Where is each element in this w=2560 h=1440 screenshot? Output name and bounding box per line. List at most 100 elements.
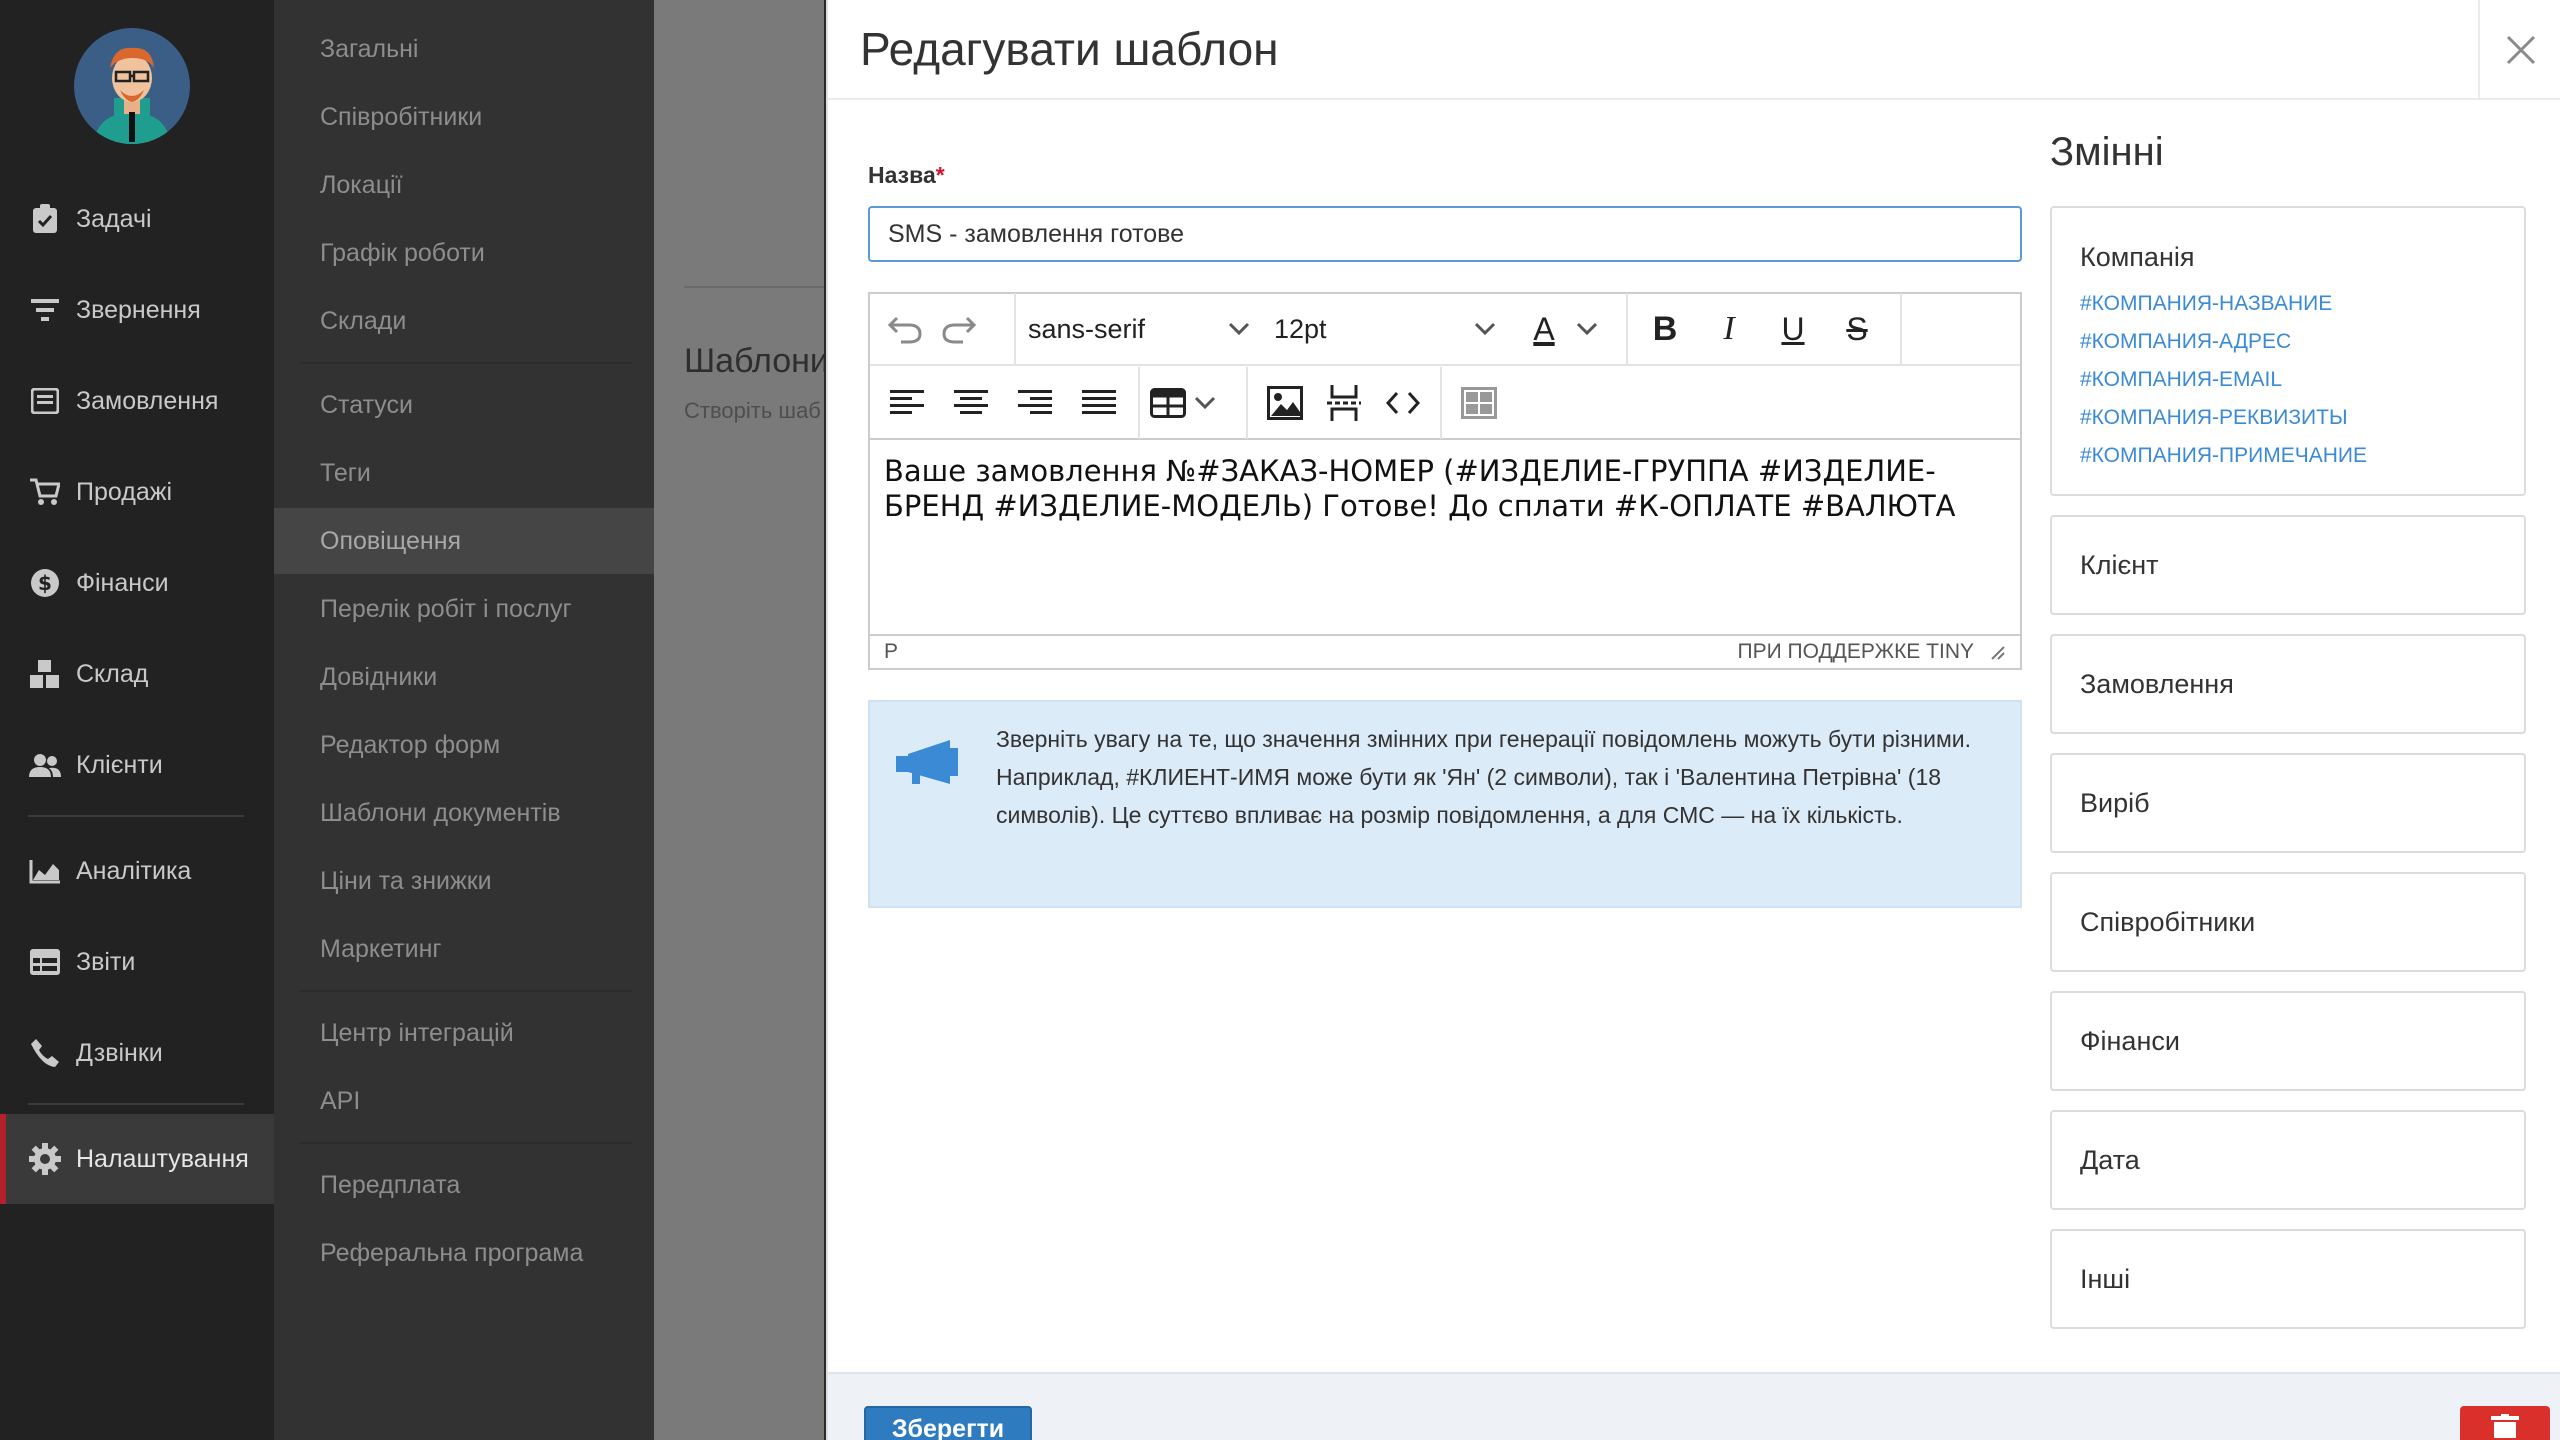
users-icon [28,748,62,782]
variables-group-order[interactable]: Замовлення [2050,634,2526,734]
nav-item-label: Звернення [76,295,201,324]
nav-item-sales[interactable]: Продажі [0,447,274,537]
submenu-item-label: Теги [320,458,371,487]
text-color-button[interactable]: A [1522,311,1566,348]
submenu-item-label: Реферальна програма [320,1238,584,1267]
align-left-button[interactable] [880,376,934,430]
font-size-value: 12pt [1274,313,1327,344]
strikethrough-icon: S [1846,310,1868,347]
submenu-item-tags[interactable]: Теги [274,440,654,506]
page-break-button[interactable] [1317,376,1370,430]
submenu-item-general[interactable]: Загальні [274,16,654,82]
nav-item-reports[interactable]: Звіти [0,917,274,1007]
submenu-item-form-editor[interactable]: Редактор форм [274,712,654,778]
required-mark: * [935,162,945,188]
undo-button[interactable] [878,302,932,356]
submenu-item-referral[interactable]: Реферальна програма [274,1220,654,1286]
font-family-select[interactable]: sans-serif [1016,293,1262,365]
nav-separator [28,815,244,817]
variables-group-title: Дата [2080,1144,2140,1175]
bold-button[interactable]: B [1638,302,1692,356]
submenu-item-label: API [320,1086,361,1115]
variables-group-title[interactable]: Компанія [2052,208,2524,273]
avatar[interactable] [74,28,190,144]
variable-link[interactable]: #КОМПАНИЯ-EMAIL [2080,361,2524,399]
italic-button[interactable]: I [1702,302,1756,356]
submenu-item-statuses[interactable]: Статуси [274,372,654,438]
nav-item-warehouse[interactable]: Склад [0,629,274,719]
close-button[interactable] [2478,0,2560,100]
insert-template-button[interactable] [1452,376,1506,430]
info-alert: Зверніть увагу на те, що значення змінни… [868,700,2022,908]
editor-content[interactable]: Ваше замовлення №#ЗАКАЗ-НОМЕР (#ИЗДЕЛИЕ-… [884,454,2004,524]
save-button[interactable]: Зберегти [864,1406,1032,1440]
variables-group-product[interactable]: Виріб [2050,753,2526,853]
submenu-item-notifications[interactable]: Оповіщення [274,508,654,574]
variables-group-other[interactable]: Інші [2050,1229,2526,1329]
text-color-group[interactable]: A [1508,293,1628,365]
nav-item-label: Фінанси [76,568,169,597]
source-code-button[interactable] [1377,376,1430,430]
editor-statusbar: P ПРИ ПОДДЕРЖКЕ TINY [870,634,2020,668]
nav-item-analytics[interactable]: Аналітика [0,826,274,916]
submenu-item-directories[interactable]: Довідники [274,644,654,710]
submenu-item-document-templates[interactable]: Шаблони документів [274,780,654,846]
phone-icon [28,1036,62,1070]
variables-group-date[interactable]: Дата [2050,1110,2526,1210]
variables-group-title: Клієнт [2080,549,2159,580]
element-path[interactable]: P [884,640,898,664]
submenu-item-label: Довідники [320,662,438,691]
submenu-item-label: Оповіщення [320,526,462,555]
bold-icon: B [1652,309,1678,348]
variables-group-finance[interactable]: Фінанси [2050,991,2526,1091]
variables-group-client[interactable]: Клієнт [2050,515,2526,615]
close-icon [2506,35,2536,65]
modal-footer: Зберегти [828,1372,2560,1440]
submenu-item-services-list[interactable]: Перелік робіт і послуг [274,576,654,642]
align-center-button[interactable] [944,376,998,430]
nav-item-tasks[interactable]: Задачі [0,174,274,264]
nav-item-finance[interactable]: $ Фінанси [0,538,274,628]
submenu-item-subscription[interactable]: Передплата [274,1152,654,1218]
submenu-item-label: Склади [320,306,407,335]
powered-by-text[interactable]: ПРИ ПОДДЕРЖКЕ TINY [1737,640,1974,664]
variables-group-employees[interactable]: Співробітники [2050,872,2526,972]
strikethrough-button[interactable]: S [1830,302,1884,356]
table-dropdown-button[interactable] [1140,367,1248,439]
submenu-item-warehouses[interactable]: Склади [274,288,654,354]
submenu-item-label: Центр інтеграцій [320,1018,514,1047]
nav-item-settings[interactable]: Налаштування [0,1114,274,1204]
submenu-item-schedule[interactable]: Графік роботи [274,220,654,286]
insert-image-button[interactable] [1258,376,1311,430]
variable-link[interactable]: #КОМПАНИЯ-ПРИМЕЧАНИЕ [2080,437,2524,475]
nav-item-requests[interactable]: Звернення [0,265,274,355]
nav-item-calls[interactable]: Дзвінки [0,1008,274,1098]
align-right-button[interactable] [1008,376,1062,430]
nav-item-clients[interactable]: Клієнти [0,720,274,810]
redo-button[interactable] [932,302,986,356]
variable-link[interactable]: #КОМПАНИЯ-РЕКВИЗИТЫ [2080,399,2524,437]
align-justify-button[interactable] [1072,376,1126,430]
submenu-item-integrations[interactable]: Центр інтеграцій [274,1000,654,1066]
variable-link[interactable]: #КОМПАНИЯ-АДРЕС [2080,323,2524,361]
submenu-item-prices-discounts[interactable]: Ціни та знижки [274,848,654,914]
svg-text:$: $ [38,571,52,595]
boxes-icon [28,657,62,691]
nav-separator [28,1103,244,1105]
variables-group-title: Співробітники [2080,906,2256,937]
template-name-input[interactable] [868,206,2022,262]
delete-button[interactable] [2460,1406,2550,1440]
submenu-item-api[interactable]: API [274,1068,654,1134]
submenu-item-locations[interactable]: Локації [274,152,654,218]
cart-icon [28,475,62,509]
name-label: Назва* [868,162,945,189]
underline-button[interactable]: U [1766,302,1820,356]
submenu-item-label: Перелік робіт і послуг [320,594,572,623]
submenu-item-employees[interactable]: Співробітники [274,84,654,150]
nav-item-orders[interactable]: Замовлення [0,356,274,446]
font-size-select[interactable]: 12pt [1262,293,1508,365]
resize-handle-icon[interactable] [1988,643,2006,661]
variable-link[interactable]: #КОМПАНИЯ-НАЗВАНИЕ [2080,285,2524,323]
submenu-item-marketing[interactable]: Маркетинг [274,916,654,982]
template-icon [1461,387,1497,419]
